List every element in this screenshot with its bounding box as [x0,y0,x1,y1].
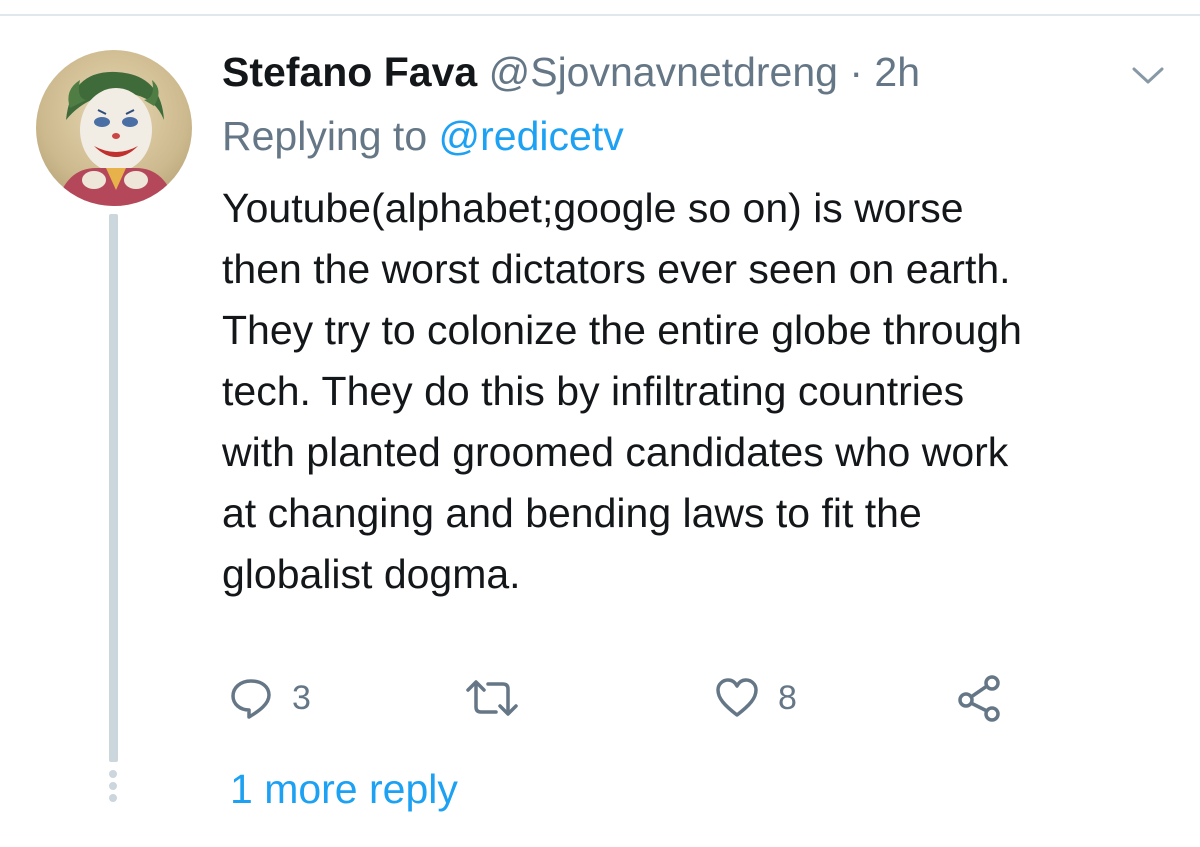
joker-avatar-image [56,71,176,206]
user-handle[interactable]: @Sjovnavnetdreng [489,49,838,95]
tweet[interactable]: Stefano Fava @Sjovnavnetdreng · 2h Reply… [0,0,1200,847]
thread-dot [109,770,117,778]
heart-icon [716,678,758,717]
replying-to: Replying to @redicetv [222,112,624,160]
like-count: 8 [778,678,797,717]
share-icon [958,675,1000,722]
more-replies-link[interactable]: 1 more reply [230,763,458,815]
thread-line [109,214,118,762]
separator-dot: · [849,49,864,95]
display-name[interactable]: Stefano Fava [222,49,477,95]
like-button[interactable]: 8 [714,670,797,726]
tweet-header: Stefano Fava @Sjovnavnetdreng · 2h [222,48,920,96]
share-button[interactable] [956,670,1022,726]
chevron-down-icon [1132,67,1164,84]
reply-count: 3 [292,678,311,717]
retweet-icon [466,680,518,716]
tweet-actions: 3 8 [222,670,1122,726]
reply-button[interactable]: 3 [228,670,311,726]
thread-dot [109,794,117,802]
tweet-timestamp[interactable]: 2h [874,49,920,95]
avatar[interactable] [36,50,192,206]
thread-dot [109,782,117,790]
retweet-button[interactable] [464,670,538,726]
replying-to-label: Replying to [222,113,428,159]
reply-mention-link[interactable]: @redicetv [439,113,624,159]
tweet-text: Youtube(alphabet;google so on) is worse … [222,185,1022,597]
tweet-menu-button[interactable] [1128,60,1168,90]
reply-icon [231,679,271,719]
thread-dots [108,770,118,810]
